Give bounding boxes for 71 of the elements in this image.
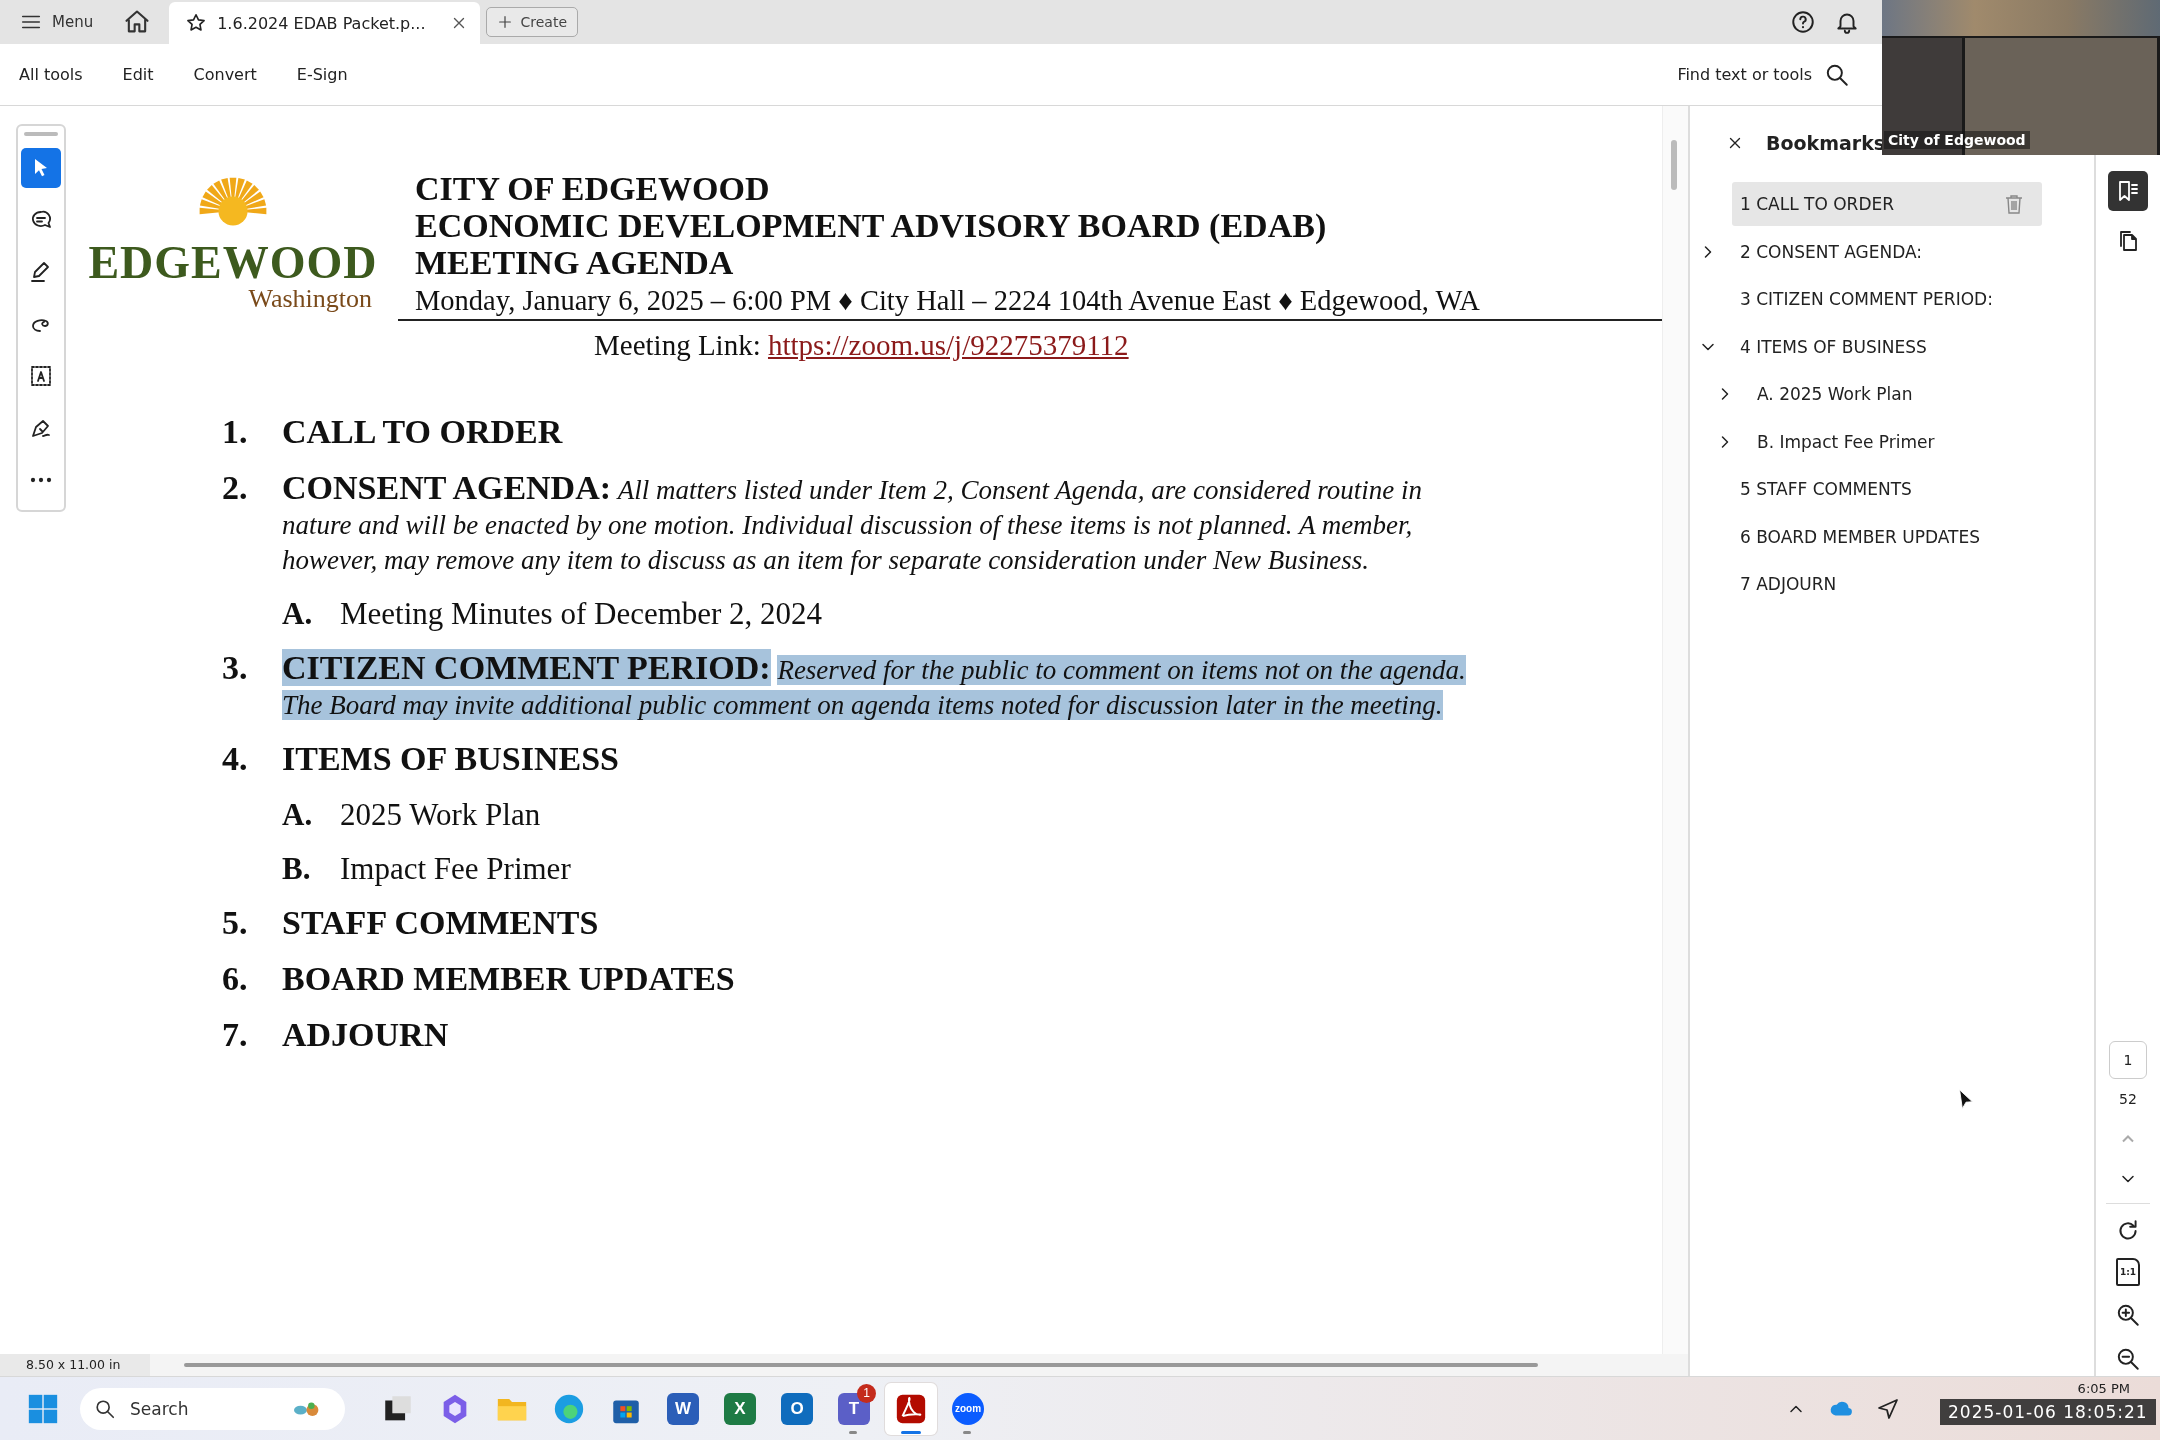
- more-icon: [29, 476, 53, 484]
- bookmark-item[interactable]: 2 CONSENT AGENDA:: [1732, 229, 2042, 274]
- menu-item[interactable]: Convert: [182, 59, 268, 90]
- bookmarks-button[interactable]: [2108, 171, 2148, 211]
- horizontal-scrollbar[interactable]: [184, 1363, 1538, 1367]
- agenda-heading: ECONOMIC DEVELOPMENT ADVISORY BOARD (EDAB): [414, 206, 1328, 246]
- item-number: 5.: [222, 905, 249, 943]
- zoom-out-icon[interactable]: [2115, 1346, 2141, 1372]
- link-label: Meeting Link:: [594, 329, 761, 361]
- agenda-item: ADJOURN: [282, 1017, 450, 1055]
- bookmark-item[interactable]: 1 CALL TO ORDER: [1732, 182, 2042, 226]
- agenda-subitem: Impact Fee Primer: [340, 851, 571, 887]
- agenda-subitem: 2025 Work Plan: [340, 797, 541, 833]
- item-letter: A.: [282, 596, 314, 632]
- bookmark-item[interactable]: A. 2025 Work Plan: [1749, 372, 2059, 416]
- search-label[interactable]: Find text or tools: [1677, 65, 1812, 84]
- help-icon[interactable]: [1790, 9, 1816, 35]
- location-arrow-icon[interactable]: [1876, 1396, 1900, 1421]
- page-size-label: 8.50 x 11.00 in: [0, 1354, 150, 1376]
- search-icon: [94, 1397, 116, 1420]
- document-tab[interactable]: 1.6.2024 EDAB Packet.p...: [169, 2, 480, 44]
- agenda-heading: MEETING AGENDA: [414, 243, 735, 283]
- select-tool-button[interactable]: [21, 148, 61, 188]
- bookmark-list-icon: [2116, 179, 2140, 203]
- item-number: 4.: [222, 741, 249, 779]
- item-number: 6.: [222, 961, 249, 999]
- menu-button[interactable]: Menu: [0, 0, 106, 44]
- item-number: 1.: [222, 414, 249, 452]
- meeting-details: Monday, January 6, 2025 – 6:00 PM ♦ City Hall – 2224 104th Avenue East ♦ Edgewood, WA: [398, 283, 1663, 321]
- item-number: 3.: [222, 650, 249, 688]
- agenda-item: CITIZEN COMMENT PERIOD: Reserved for the public to comment on items not on the agenda. The Board may invite additional public comment on agenda items noted for discussion later in the meeting.: [282, 650, 1467, 722]
- agenda-item: ITEMS OF BUSINESS: [282, 741, 620, 779]
- bookmark-item[interactable]: 6 BOARD MEMBER UPDATES: [1732, 514, 2042, 559]
- text-box-icon: [29, 364, 53, 388]
- bookmark-item[interactable]: 5 STAFF COMMENTS: [1732, 467, 2042, 511]
- panel-title: Bookmarks: [1766, 132, 1886, 154]
- item-letter: B.: [282, 851, 312, 887]
- agenda-item: CALL TO ORDER: [282, 414, 564, 452]
- menu-item[interactable]: E-Sign: [285, 59, 359, 90]
- actual-size-icon[interactable]: 1:1: [2116, 1258, 2140, 1286]
- star-icon[interactable]: [185, 12, 208, 34]
- logo-subtitle: Washington: [248, 286, 372, 312]
- taskbar-search-field[interactable]: Search: [80, 1387, 345, 1430]
- menu-item[interactable]: Edit: [111, 59, 165, 90]
- agenda-subitem: Meeting Minutes of December 2, 2024: [340, 596, 823, 632]
- create-button[interactable]: Create: [485, 7, 579, 37]
- bookmark-item[interactable]: 4 ITEMS OF BUSINESS: [1732, 324, 2042, 369]
- zoom-in-icon[interactable]: [2115, 1302, 2141, 1328]
- scrollbar-thumb[interactable]: [1671, 140, 1678, 190]
- logo-wordmark: EDGEWOOD: [88, 240, 378, 286]
- acrobat-app-icon[interactable]: [885, 1382, 937, 1435]
- menu-item[interactable]: All tools: [8, 59, 94, 90]
- agenda-item: CONSENT AGENDA: All matters listed under Item 2, Consent Agenda, are considered routine in nature and will be enacted by one motion. Individual discussion of these items is not planned. A member, however, may remove any item to discuss as an item for separate consideration under New Business.: [282, 470, 1423, 577]
- notification-badge: 1: [857, 1383, 876, 1403]
- meeting-link[interactable]: https://zoom.us/j/92275379112: [768, 329, 1129, 361]
- bookmark-item[interactable]: 7 ADJOURN: [1732, 562, 2042, 606]
- agenda-heading: CITY OF EDGEWOOD: [414, 169, 771, 209]
- agenda-item: BOARD MEMBER UPDATES: [282, 961, 736, 999]
- video-caption: City of Edgewood: [1884, 131, 2030, 149]
- page-number-field[interactable]: 1: [2109, 1041, 2147, 1079]
- item-number: 2.: [222, 470, 249, 508]
- bookmark-item[interactable]: 3 CITIZEN COMMENT PERIOD:: [1732, 277, 2042, 321]
- plus-icon: [496, 14, 513, 30]
- taskbar-clock[interactable]: 6:05 PM: [2077, 1381, 2130, 1396]
- page-count: 52: [2119, 1091, 2137, 1107]
- item-number: 7.: [222, 1017, 249, 1055]
- bookmark-item[interactable]: B. Impact Fee Primer: [1749, 419, 2059, 464]
- recording-timestamp: 2025-01-06 18:05:21: [1948, 1402, 2148, 1422]
- tab-title: 1.6.2024 EDAB Packet.p...: [217, 13, 426, 33]
- agenda-item: STAFF COMMENTS: [282, 905, 600, 943]
- item-letter: A.: [282, 797, 314, 833]
